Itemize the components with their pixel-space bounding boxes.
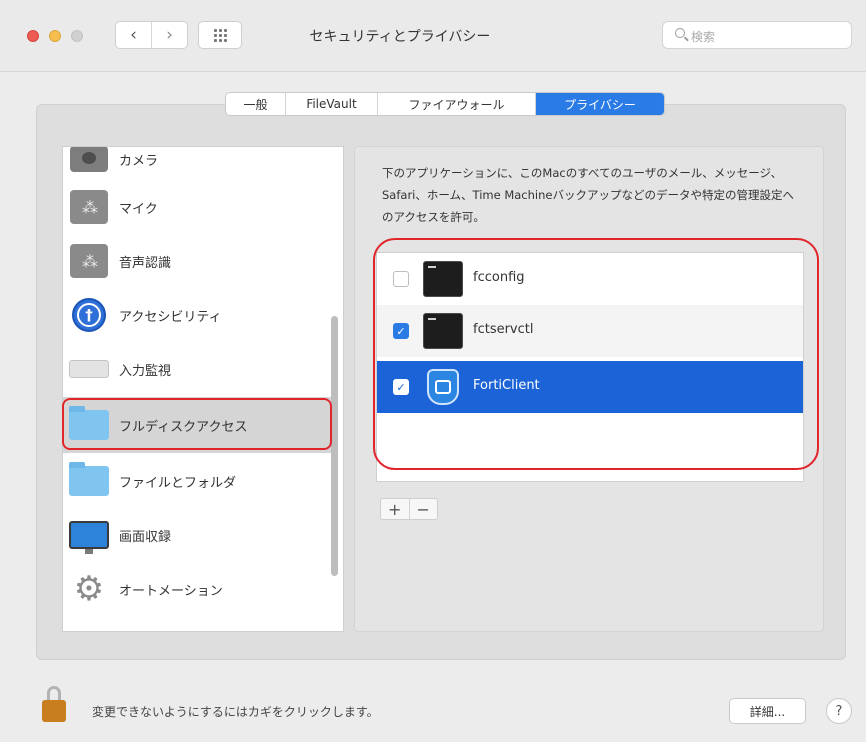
sidebar-item-files-and-folders[interactable]: ファイルとフォルダ <box>63 453 333 509</box>
add-app-button[interactable]: + <box>381 499 410 519</box>
sidebar-item-label: アクセシビリティ <box>119 309 222 325</box>
window-titlebar: ‹ › セキュリティとプライバシー 検索 <box>0 0 866 72</box>
details-button[interactable]: 詳細... <box>729 698 806 724</box>
forward-button[interactable]: › <box>152 22 187 48</box>
sidebar-item-automation[interactable]: ⚙ オートメーション <box>63 561 333 617</box>
remove-app-button[interactable]: − <box>410 499 438 519</box>
annotation-highlight-app-list <box>373 238 819 470</box>
lock-icon[interactable] <box>38 686 72 726</box>
sidebar-scrollbar[interactable] <box>331 316 338 576</box>
search-field[interactable]: 検索 <box>662 21 852 49</box>
minimize-window-button[interactable] <box>49 30 61 42</box>
tab-general[interactable]: 一般 <box>226 93 286 115</box>
tab-bar: 一般 FileVault ファイアウォール プライバシー <box>225 92 665 116</box>
add-remove-control: + − <box>380 498 438 520</box>
sidebar-item-microphone[interactable]: ⁂ マイク <box>63 179 333 235</box>
sidebar-item-label: オートメーション <box>119 583 223 599</box>
display-icon <box>69 521 109 554</box>
sidebar-item-accessibility[interactable]: † アクセシビリティ <box>63 287 333 343</box>
sidebar-item-input-monitoring[interactable]: 入力監視 <box>63 341 333 397</box>
sidebar-item-label: 入力監視 <box>119 363 172 379</box>
speech-recognition-icon: ⁂ <box>70 244 108 278</box>
microphone-icon: ⁂ <box>70 190 108 224</box>
window-title: セキュリティとプライバシー <box>309 29 491 45</box>
zoom-window-button[interactable] <box>71 30 83 42</box>
permission-description: 下のアプリケーションに、このMacのすべてのユーザのメール、メッセージ、Safa… <box>382 166 794 224</box>
gear-icon: ⚙ <box>73 569 105 609</box>
navigation-buttons: ‹ › <box>115 21 188 49</box>
search-icon <box>675 28 685 38</box>
sidebar-item-label: マイク <box>119 201 158 217</box>
tab-privacy[interactable]: プライバシー <box>536 93 664 115</box>
close-window-button[interactable] <box>27 30 39 42</box>
annotation-highlight-full-disk-access <box>62 398 332 450</box>
folder-icon <box>69 462 109 496</box>
sidebar-item-speech-recognition[interactable]: ⁂ 音声認識 <box>63 233 333 289</box>
tab-filevault[interactable]: FileVault <box>286 93 378 115</box>
search-placeholder: 検索 <box>691 30 716 44</box>
sidebar-item-screen-recording[interactable]: 画面収録 <box>63 507 333 563</box>
accessibility-icon: † <box>72 298 106 332</box>
camera-icon <box>70 147 108 172</box>
lock-hint-text: 変更できないようにするにはカギをクリックします。 <box>92 705 379 719</box>
show-all-button[interactable] <box>198 21 242 49</box>
help-button[interactable]: ? <box>826 698 852 724</box>
back-button[interactable]: ‹ <box>116 22 152 48</box>
keyboard-icon <box>69 360 109 378</box>
tab-firewall[interactable]: ファイアウォール <box>378 93 536 115</box>
sidebar-item-label: カメラ <box>119 153 159 169</box>
sidebar-item-label: ファイルとフォルダ <box>119 475 237 491</box>
grid-icon <box>213 28 227 42</box>
sidebar-item-label: 画面収録 <box>119 529 172 545</box>
privacy-category-list[interactable]: カメラ ⁂ マイク ⁂ 音声認識 † アクセシビリティ 入力監視 フルディスクア… <box>62 146 344 632</box>
sidebar-item-label: 音声認識 <box>119 255 172 271</box>
